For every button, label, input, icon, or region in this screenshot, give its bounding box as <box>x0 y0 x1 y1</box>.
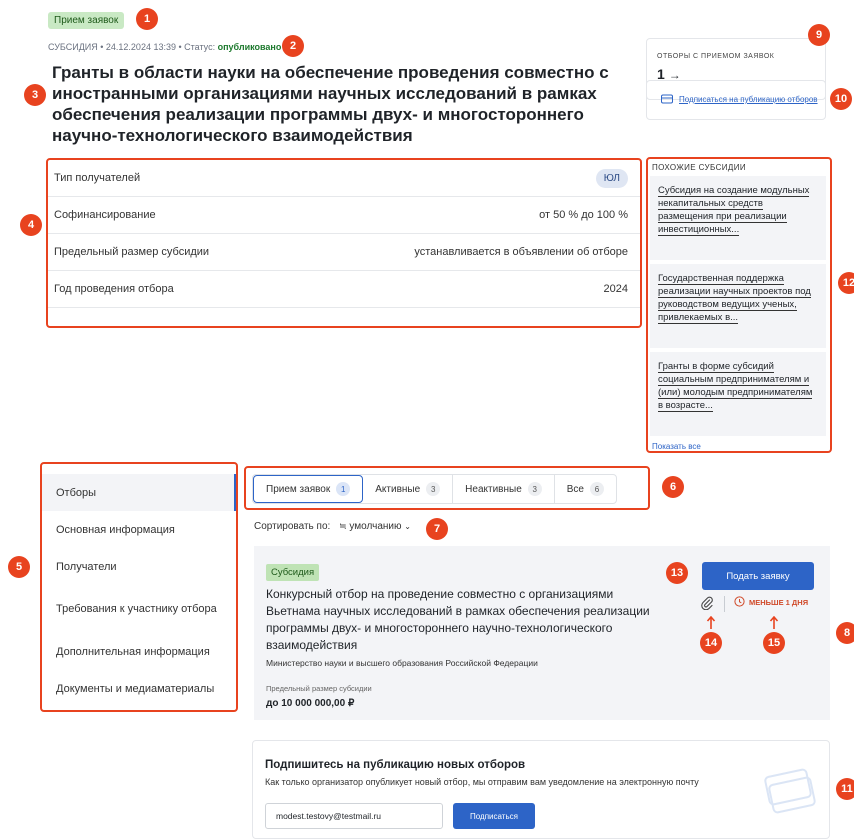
cards-illustration-icon <box>764 768 816 814</box>
param-row-recipients: Тип получателей ЮЛ <box>48 160 640 197</box>
annotation-marker-8: 8 <box>836 622 854 644</box>
subsidy-chip: Субсидия <box>266 564 320 581</box>
param-row-limit: Предельный размер субсидии устанавливает… <box>48 234 640 271</box>
tab-count: 1 <box>336 482 351 496</box>
subscribe-form: Подписаться <box>265 803 817 829</box>
selection-tabs: Прием заявок 1 Активные 3 Неактивные 3 В… <box>244 466 650 510</box>
annotation-marker-3: 3 <box>24 84 46 106</box>
annotation-marker-6: 6 <box>662 476 684 498</box>
page-title: Гранты в области науки на обеспечение пр… <box>52 63 609 145</box>
tab-count: 3 <box>527 482 542 496</box>
subscribe-description: Как только организатор опубликует новый … <box>265 777 699 787</box>
sort-label: Сортировать по: <box>254 521 331 532</box>
limit-value: до 10 000 000,00 ₽ <box>266 698 355 709</box>
selection-title[interactable]: Конкурсный отбор на проведение совместно… <box>266 586 666 654</box>
show-all-link[interactable]: Показать все <box>648 436 830 451</box>
tab-active[interactable]: Активные 3 <box>363 475 454 503</box>
param-value: от 50 % до 100 % <box>539 209 628 221</box>
organizer: Министерство науки и высшего образования… <box>266 658 538 668</box>
card-icon <box>661 91 673 109</box>
sort-value: умолчанию <box>349 521 402 532</box>
param-label: Год проведения отбора <box>54 283 174 295</box>
annotation-marker-7: 7 <box>426 518 448 540</box>
tab-all[interactable]: Все 6 <box>555 475 616 503</box>
sort-dropdown[interactable]: ≒ умолчанию ⌄ <box>339 521 411 532</box>
menu-item-main-info[interactable]: Основная информация <box>42 511 236 548</box>
param-label: Тип получателей <box>54 172 141 184</box>
arrow-up-icon <box>706 616 716 629</box>
deadline-timer: МЕНЬШЕ 1 ДНЯ <box>734 596 808 609</box>
similar-subsidies: ПОХОЖИЕ СУБСИДИИ Субсидия на создание мо… <box>646 157 832 453</box>
annotation-marker-2: 2 <box>282 35 304 57</box>
subscribe-link-text[interactable]: Подписаться на публикацию отборов <box>679 95 818 105</box>
similar-card[interactable]: Субсидия на создание модульных некапитал… <box>650 176 826 260</box>
param-row-cofinancing: Софинансирование от 50 % до 100 % <box>48 197 640 234</box>
menu-item-documents[interactable]: Документы и медиаматериалы <box>42 670 236 707</box>
menu-item-requirements[interactable]: Требования к участнику отбора <box>42 585 236 633</box>
meta-prefix: СУБСИДИЯ • 24.12.2024 13:39 • Статус: <box>48 42 218 52</box>
menu-item-additional-info[interactable]: Дополнительная информация <box>42 633 236 670</box>
subscribe-button[interactable]: Подписаться <box>453 803 535 829</box>
subscribe-block: Подпишитесь на публикацию новых отборов … <box>252 740 830 839</box>
annotation-marker-12: 12 <box>838 272 854 294</box>
paperclip-icon[interactable] <box>700 596 714 615</box>
limit-caption: Предельный размер субсидии <box>266 684 372 693</box>
meta-status: опубликовано <box>217 42 282 52</box>
section-menu: Отборы Основная информация Получатели Тр… <box>40 462 238 712</box>
params-table: Тип получателей ЮЛ Софинансирование от 5… <box>46 158 642 328</box>
similar-card-text[interactable]: Субсидия на создание модульных некапитал… <box>658 185 810 236</box>
param-row-year: Год проведения отбора 2024 <box>48 271 640 308</box>
subscribe-title: Подпишитесь на публикацию новых отборов <box>265 759 526 771</box>
annotation-marker-5: 5 <box>8 556 30 578</box>
email-field[interactable] <box>265 803 443 829</box>
tab-label: Прием заявок <box>266 483 331 495</box>
param-label: Предельный размер субсидии <box>54 246 210 258</box>
similar-caption: ПОХОЖИЕ СУБСИДИИ <box>652 163 747 172</box>
tab-count: 6 <box>590 482 604 496</box>
chevron-down-icon: ⌄ <box>404 522 411 531</box>
annotation-marker-11: 11 <box>836 778 854 800</box>
param-label: Софинансирование <box>54 209 156 221</box>
tab-inactive[interactable]: Неактивные 3 <box>453 475 555 503</box>
selections-caption: ОТБОРЫ С ПРИЕМОМ ЗАЯВОК <box>657 53 775 60</box>
annotation-marker-13: 13 <box>666 562 688 584</box>
meta-line: СУБСИДИЯ • 24.12.2024 13:39 • Статус: оп… <box>48 42 281 52</box>
recipient-type-pill: ЮЛ <box>595 168 628 188</box>
tab-bar: Прием заявок 1 Активные 3 Неактивные 3 В… <box>252 474 617 504</box>
annotation-marker-15: 15 <box>763 632 785 654</box>
menu-item-selections[interactable]: Отборы <box>42 474 236 511</box>
subscribe-link[interactable]: Подписаться на публикацию отборов <box>646 80 826 120</box>
selection-card: Субсидия Конкурсный отбор на проведение … <box>254 546 830 720</box>
tab-label: Все <box>566 483 584 495</box>
annotation-marker-10: 10 <box>830 88 852 110</box>
tab-label: Неактивные <box>465 483 522 495</box>
param-value: устанавливается в объявлении об отборе <box>414 246 628 258</box>
sort-icon: ≒ <box>339 521 347 531</box>
arrow-up-icon <box>769 616 779 629</box>
annotation-marker-9: 9 <box>808 24 830 46</box>
status-badge: Прием заявок <box>48 12 125 29</box>
divider <box>724 596 725 612</box>
clock-icon <box>734 596 745 609</box>
menu-item-recipients[interactable]: Получатели <box>42 548 236 585</box>
tab-label: Активные <box>375 483 421 495</box>
similar-card[interactable]: Гранты в форме субсидий социальным предп… <box>650 352 826 436</box>
tab-count: 3 <box>426 482 441 496</box>
similar-card-text[interactable]: Государственная поддержка реализации нау… <box>658 273 811 324</box>
param-value: 2024 <box>603 283 628 295</box>
annotation-marker-1: 1 <box>136 8 158 30</box>
annotation-marker-4: 4 <box>20 214 42 236</box>
apply-button[interactable]: Подать заявку <box>702 562 814 590</box>
annotation-marker-14: 14 <box>700 632 722 654</box>
similar-card[interactable]: Государственная поддержка реализации нау… <box>650 264 826 348</box>
sort-control: Сортировать по: ≒ умолчанию ⌄ <box>254 521 411 532</box>
deadline-text: МЕНЬШЕ 1 ДНЯ <box>749 598 809 607</box>
tab-accepting[interactable]: Прием заявок 1 <box>253 475 364 503</box>
similar-card-text[interactable]: Гранты в форме субсидий социальным предп… <box>658 361 813 412</box>
